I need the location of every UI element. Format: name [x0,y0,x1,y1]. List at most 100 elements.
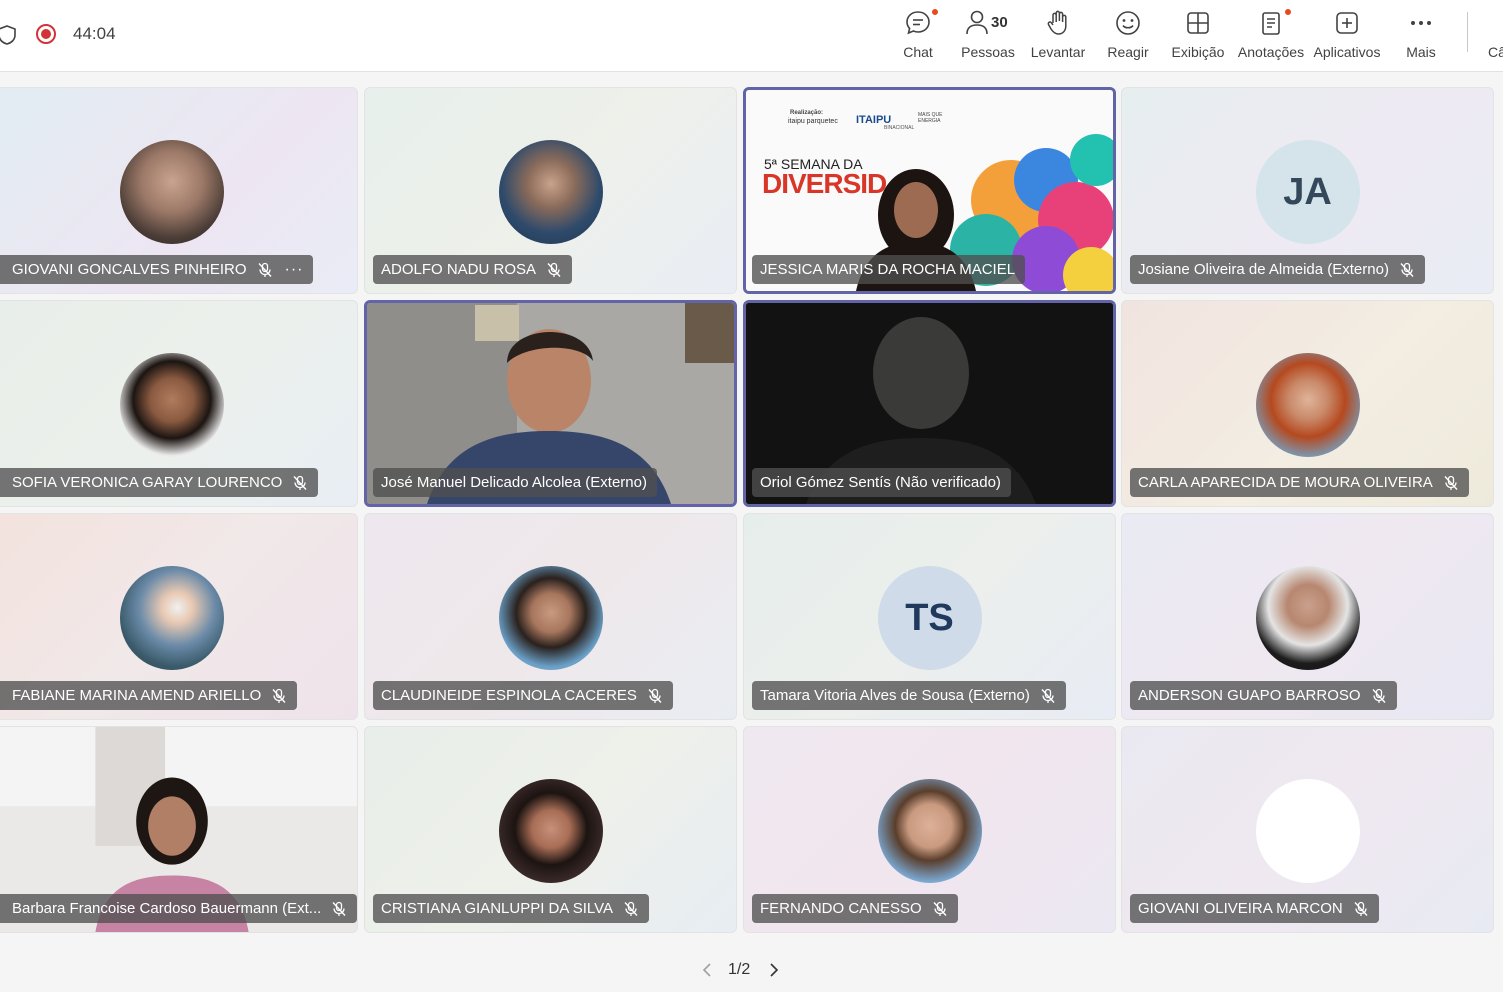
participant-tile[interactable]: GIOVANI GONCALVES PINHEIRO ··· [0,87,358,294]
toolbar-divider [1467,12,1468,52]
apps-label: Aplicativos [1313,44,1381,60]
notification-dot [931,8,939,16]
participant-avatar [498,140,603,244]
camera-label[interactable]: Câ [1488,44,1503,60]
participant-name-tag: José Manuel Delicado Alcolea (Externo) [373,468,657,497]
participant-name: FERNANDO CANESSO [760,900,922,917]
participant-name: FABIANE MARINA AMEND ARIELLO [12,687,262,704]
react-label: Reagir [1107,44,1149,60]
gallery-pager: 1/2 [0,950,1503,990]
participant-name: ANDERSON GUAPO BARROSO [1138,687,1361,704]
participant-name: CLAUDINEIDE ESPINOLA CACERES [381,687,637,704]
mic-off-icon [623,901,639,917]
mic-off-icon [1353,901,1369,917]
participant-avatar [498,779,603,883]
apps-button[interactable]: Aplicativos [1310,6,1384,64]
participant-tile[interactable]: ANDERSON GUAPO BARROSO [1121,513,1494,720]
raise-hand-label: Levantar [1030,44,1086,60]
more-icon [1411,21,1431,25]
participant-name: GIOVANI GONCALVES PINHEIRO [12,261,247,278]
participant-name-tag: Josiane Oliveira de Almeida (Externo) [1130,255,1425,284]
participant-name-tag: GIOVANI OLIVEIRA MARCON [1130,894,1379,923]
participant-avatar [119,566,224,670]
participant-name-tag: ADOLFO NADU ROSA [373,255,573,284]
mic-off-icon [647,688,663,704]
participant-tile[interactable]: SOFIA VERONICA GARAY LOURENCO [0,300,358,507]
chat-icon [906,11,930,35]
mic-off-icon [546,262,562,278]
people-icon [966,10,988,35]
chevron-left-icon[interactable] [697,960,717,980]
mic-off-icon [271,688,287,704]
meeting-toolbar: 44:04 Chat 30 Pessoas Levantar Reagir Ex… [0,0,1503,72]
participant-tile-video[interactable]: Barbara Francoise Cardoso Bauermann (Ext… [0,726,358,933]
people-count: 30 [991,14,1008,31]
participant-name-tag: CLAUDINEIDE ESPINOLA CACERES [373,681,673,710]
participant-name-tag: GIOVANI GONCALVES PINHEIRO ··· [0,255,314,284]
mic-off-icon [257,262,273,278]
participant-tile-active-video[interactable]: José Manuel Delicado Alcolea (Externo) [364,300,737,507]
participant-name: ADOLFO NADU ROSA [381,261,537,278]
more-button[interactable]: Mais [1384,6,1458,64]
participant-name-tag: FABIANE MARINA AMEND ARIELLO [0,681,298,710]
participant-avatar [877,779,982,883]
chat-button[interactable]: Chat [881,6,955,64]
participant-name: Oriol Gómez Sentís (Não verificado) [760,474,1001,491]
participant-avatar [1255,779,1360,883]
notes-icon [1262,12,1280,35]
participant-name-tag: Tamara Vitoria Alves de Sousa (Externo) [752,681,1066,710]
recording-icon [36,24,56,44]
participant-tile[interactable]: TS Tamara Vitoria Alves de Sousa (Extern… [743,513,1116,720]
participant-name: CARLA APARECIDA DE MOURA OLIVEIRA [1138,474,1433,491]
itaipu-logo-subtitle: BINACIONAL [884,125,915,131]
notification-dot [1284,8,1292,16]
participant-tile-active-video[interactable]: Oriol Gómez Sentís (Não verificado) [743,300,1116,507]
more-options-icon[interactable]: ··· [285,261,304,278]
grid-view-icon [1187,12,1209,34]
people-button[interactable]: 30 Pessoas [951,6,1025,64]
participant-tile[interactable]: JA Josiane Oliveira de Almeida (Externo) [1121,87,1494,294]
participant-name: Josiane Oliveira de Almeida (Externo) [1138,261,1389,278]
mic-off-icon [292,475,308,491]
mic-off-icon [331,901,347,917]
participant-initials-avatar: TS [877,566,982,670]
participant-tile[interactable]: FABIANE MARINA AMEND ARIELLO [0,513,358,720]
participant-tile[interactable]: CLAUDINEIDE ESPINOLA CACERES [364,513,737,720]
page-indicator: 1/2 [728,961,751,978]
participant-name-tag: CRISTIANA GIANLUPPI DA SILVA [373,894,650,923]
people-label: Pessoas [961,44,1015,60]
participant-name: Tamara Vitoria Alves de Sousa (Externo) [760,687,1030,704]
participant-name-tag: JESSICA MARIS DA ROCHA MACIEL [752,255,1026,284]
participant-name-tag: SOFIA VERONICA GARAY LOURENCO [0,468,319,497]
participant-tile[interactable]: CRISTIANA GIANLUPPI DA SILVA [364,726,737,933]
participant-avatar [119,353,224,457]
react-button[interactable]: Reagir [1091,6,1165,64]
banner-line2: DIVERSID [762,168,887,199]
notes-button[interactable]: Anotações [1234,6,1308,64]
participant-tile[interactable]: CARLA APARECIDA DE MOURA OLIVEIRA [1121,300,1494,507]
participant-name: SOFIA VERONICA GARAY LOURENCO [12,474,283,491]
mic-off-icon [1399,262,1415,278]
mic-off-icon [1371,688,1387,704]
participant-avatar [119,140,224,244]
participant-name-tag: Barbara Francoise Cardoso Bauermann (Ext… [0,894,357,923]
parquetec-logo: itaipu parquetec [788,118,838,125]
participant-name-tag: FERNANDO CANESSO [752,894,958,923]
chevron-right-icon[interactable] [764,960,784,980]
hand-icon [1047,10,1067,35]
participant-tile[interactable]: FERNANDO CANESSO [743,726,1116,933]
mais-que-energia-logo: MAIS QUE ENERGIA [918,112,943,124]
raise-hand-button[interactable]: Levantar [1021,6,1095,64]
participant-tile[interactable]: GIOVANI OLIVEIRA MARCON [1121,726,1494,933]
participant-name: CRISTIANA GIANLUPPI DA SILVA [381,900,614,917]
participant-name: GIOVANI OLIVEIRA MARCON [1138,900,1343,917]
participant-name: José Manuel Delicado Alcolea (Externo) [381,474,647,491]
participant-name-tag: ANDERSON GUAPO BARROSO [1130,681,1397,710]
chat-label: Chat [903,44,933,60]
participant-tile[interactable]: ADOLFO NADU ROSA [364,87,737,294]
participant-tile-active-video[interactable]: Realização: itaipu parquetec ITAIPU BINA… [743,87,1116,294]
add-app-icon [1336,12,1358,34]
emoji-icon [1116,11,1140,35]
participant-name-tag: CARLA APARECIDA DE MOURA OLIVEIRA [1130,468,1469,497]
view-button[interactable]: Exibição [1161,6,1235,64]
